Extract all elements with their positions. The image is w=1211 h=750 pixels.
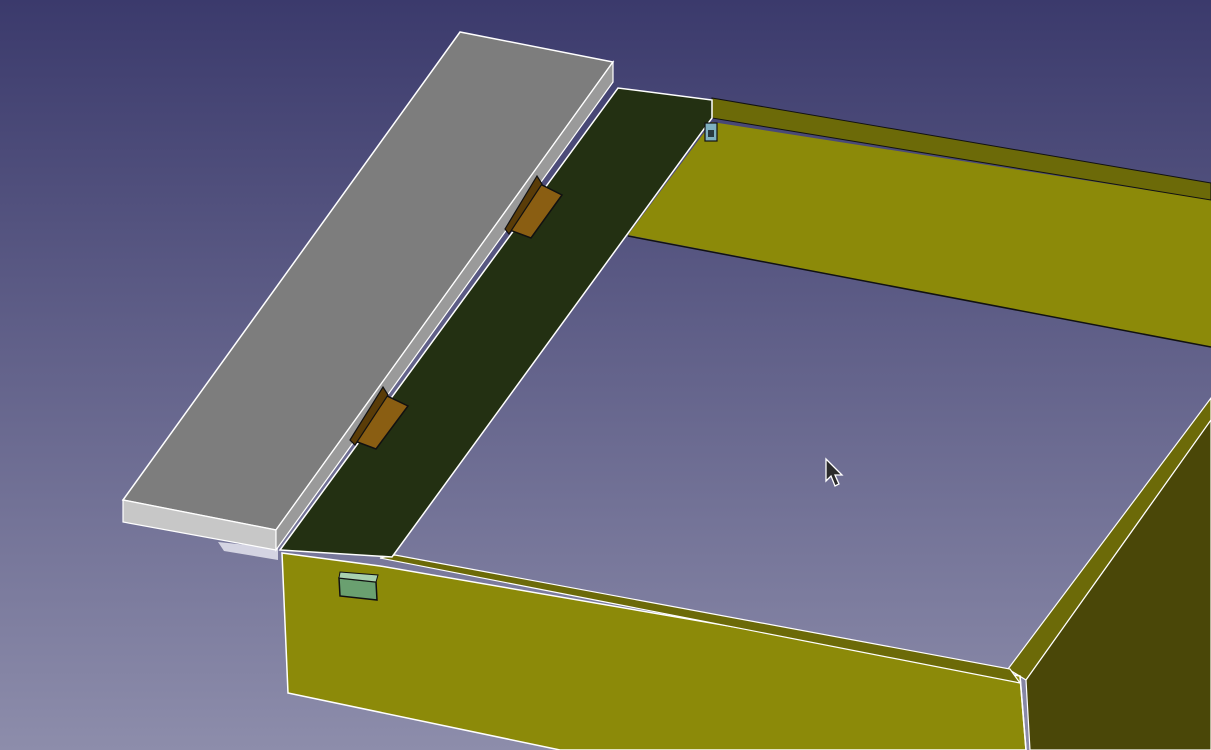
small-hinge-slot (708, 130, 714, 137)
3d-viewport[interactable] (0, 0, 1211, 750)
small-hinge[interactable] (704, 122, 718, 142)
scene-canvas[interactable] (0, 0, 1211, 750)
green-tab[interactable] (338, 571, 379, 601)
